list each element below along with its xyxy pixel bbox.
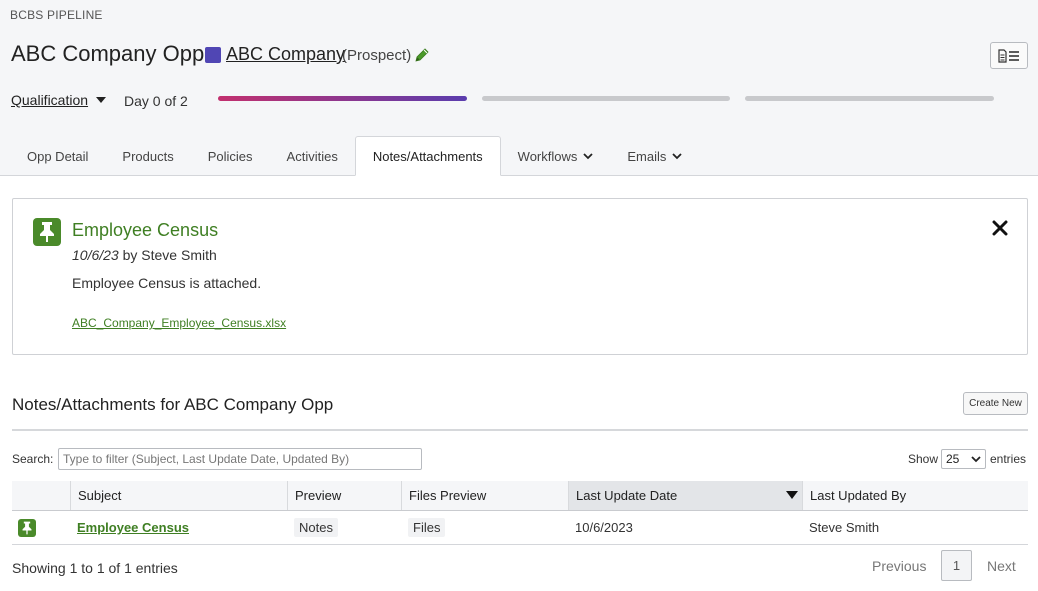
preview-cell: Notes bbox=[287, 511, 401, 544]
tab-label: Opp Detail bbox=[27, 148, 89, 164]
chevron-down-icon bbox=[583, 152, 594, 159]
tab-label: Policies bbox=[207, 148, 253, 164]
previous-page-button[interactable]: Previous bbox=[872, 558, 926, 574]
search-input[interactable] bbox=[58, 448, 422, 470]
tab-label: Emails bbox=[627, 148, 667, 164]
stage-progress-segment bbox=[745, 96, 994, 101]
company-color-swatch bbox=[205, 47, 221, 63]
subject-cell: Employee Census bbox=[70, 511, 287, 544]
column-header-last-update-date[interactable]: Last Update Date bbox=[568, 481, 802, 510]
last-update-date-cell: 10/6/2023 bbox=[575, 520, 633, 535]
pagination-summary: Showing 1 to 1 of 1 entries bbox=[12, 560, 178, 576]
stage-label: Qualification bbox=[11, 92, 89, 108]
opp-header: BCBS PIPELINE ABC Company Opp ABC Compan… bbox=[0, 0, 1038, 176]
tab-label: Products bbox=[122, 148, 174, 164]
tab-workflows[interactable]: Workflows bbox=[501, 136, 611, 176]
tab-label: Workflows bbox=[517, 148, 578, 164]
page-number-button[interactable]: 1 bbox=[941, 550, 972, 581]
page-size-value: 25 bbox=[946, 452, 960, 466]
caret-down-icon bbox=[96, 97, 107, 103]
document-list-icon bbox=[998, 48, 1019, 63]
divider bbox=[12, 429, 1028, 431]
close-icon[interactable] bbox=[990, 218, 1010, 238]
stage-progress-segment bbox=[482, 96, 730, 101]
company-link[interactable]: ABC Company bbox=[226, 44, 345, 65]
tab-policies[interactable]: Policies bbox=[191, 136, 270, 176]
note-body: Employee Census is attached. bbox=[72, 275, 262, 291]
page-size-select[interactable]: 25 bbox=[941, 449, 986, 469]
show-label: Show bbox=[908, 452, 939, 466]
tab-products[interactable]: Products bbox=[105, 136, 190, 176]
column-header-icon[interactable] bbox=[12, 481, 70, 510]
tab-notes-attachments[interactable]: Notes/Attachments bbox=[354, 136, 501, 176]
tab-bar: Opp Detail Products Policies Activities … bbox=[10, 136, 699, 176]
note-date: 10/6/23 bbox=[72, 247, 119, 263]
stage-day-count: Day 0 of 2 bbox=[124, 93, 188, 109]
notes-table: Subject Preview Files Preview Last Updat… bbox=[12, 481, 1028, 545]
tab-label: Notes/Attachments bbox=[372, 148, 483, 164]
notes-preview-button[interactable]: Notes bbox=[294, 518, 338, 537]
last-updated-by-cell: Steve Smith bbox=[809, 520, 880, 535]
column-header-subject[interactable]: Subject bbox=[70, 481, 287, 510]
column-header-last-updated-by[interactable]: Last Updated By bbox=[802, 481, 1028, 510]
chevron-down-icon bbox=[971, 455, 981, 462]
section-title: Notes/Attachments for ABC Company Opp bbox=[12, 395, 334, 414]
tab-emails[interactable]: Emails bbox=[610, 136, 699, 176]
column-header-label: Last Update Date bbox=[576, 488, 678, 503]
row-icon-cell bbox=[12, 511, 70, 544]
company-status: (Prospect) bbox=[342, 47, 412, 64]
pushpin-icon bbox=[33, 218, 61, 246]
note-detail-card: Employee Census 10/6/23 by Steve Smith E… bbox=[12, 198, 1028, 355]
pushpin-icon bbox=[18, 518, 36, 537]
table-header: Subject Preview Files Preview Last Updat… bbox=[12, 481, 1028, 511]
opp-title: ABC Company Opp bbox=[11, 41, 205, 66]
chevron-down-icon bbox=[672, 152, 683, 159]
attachment-link[interactable]: ABC_Company_Employee_Census.xlsx bbox=[72, 316, 286, 330]
files-preview-button[interactable]: Files bbox=[408, 518, 446, 537]
column-header-preview[interactable]: Preview bbox=[287, 481, 401, 510]
pipeline-label: BCBS PIPELINE bbox=[10, 8, 103, 22]
pencil-icon[interactable] bbox=[413, 46, 431, 64]
document-view-button[interactable] bbox=[990, 42, 1028, 69]
entries-label: entries bbox=[990, 452, 1027, 466]
subject-link[interactable]: Employee Census bbox=[77, 520, 189, 535]
column-header-files-preview[interactable]: Files Preview bbox=[401, 481, 568, 510]
stage-dropdown[interactable]: Qualification bbox=[11, 92, 107, 108]
next-page-button[interactable]: Next bbox=[987, 558, 1016, 574]
sort-desc-icon bbox=[786, 491, 798, 499]
search-label: Search: bbox=[12, 452, 54, 466]
note-title: Employee Census bbox=[72, 220, 219, 240]
tab-opp-detail[interactable]: Opp Detail bbox=[10, 136, 105, 176]
note-meta: 10/6/23 by Steve Smith bbox=[72, 247, 217, 263]
stage-progress-segment bbox=[218, 96, 467, 101]
tab-label: Activities bbox=[286, 148, 338, 164]
note-author: by Steve Smith bbox=[122, 247, 217, 263]
files-preview-cell: Files bbox=[401, 511, 568, 544]
tab-activities[interactable]: Activities bbox=[270, 136, 355, 176]
table-row: Employee Census Notes Files 10/6/2023 St… bbox=[12, 511, 1028, 545]
create-new-button[interactable]: Create New bbox=[963, 392, 1028, 415]
